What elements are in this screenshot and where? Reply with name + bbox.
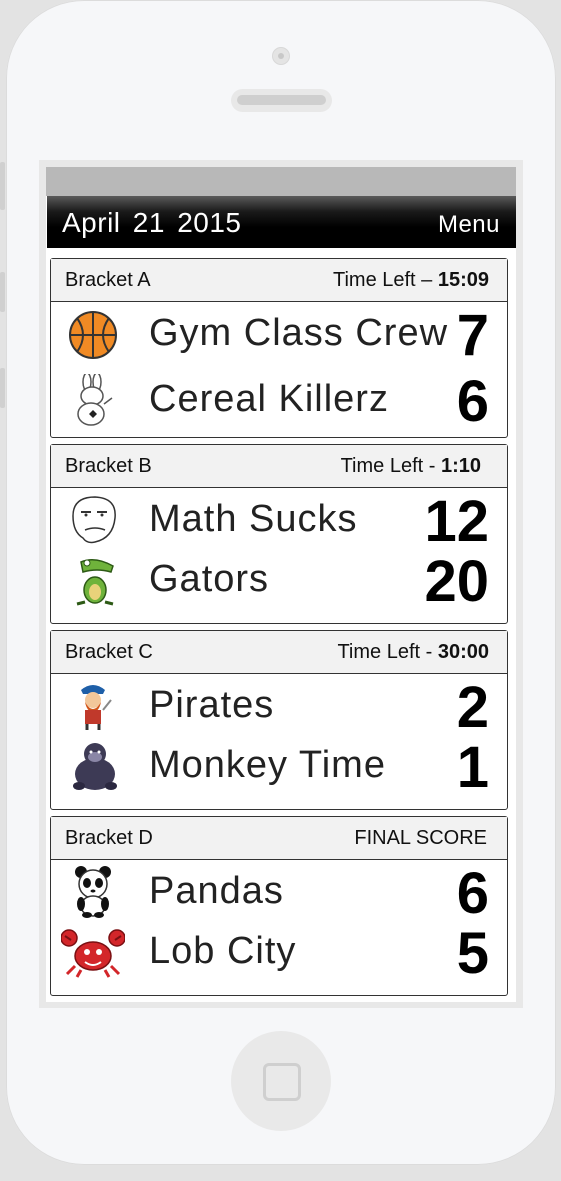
- team-row[interactable]: Pandas 6: [51, 859, 507, 926]
- team-name: Pandas: [149, 870, 284, 912]
- bunny-icon: [65, 374, 121, 426]
- bracket-card-a[interactable]: Bracket A Time Left – 15:09 Gym Class Cr…: [50, 258, 508, 438]
- bracket-card-c[interactable]: Bracket C Time Left - 30:00 Pirates 2 Mo…: [50, 630, 508, 810]
- basketball-icon: [65, 308, 121, 360]
- volume-down-button: [0, 368, 5, 408]
- bracket-header: Bracket C Time Left - 30:00: [51, 631, 507, 674]
- bracket-header: Bracket A Time Left – 15:09: [51, 259, 507, 302]
- bracket-card-b[interactable]: Bracket B Time Left - 1:10 Math Sucks 12: [50, 444, 508, 624]
- time-left-value: 15:09: [437, 269, 489, 291]
- time-left-label: Time Left –: [332, 269, 438, 291]
- bracket-status: Time Left - 30:00: [337, 641, 489, 664]
- team-row[interactable]: Monkey Time 1: [51, 733, 507, 800]
- menu-button[interactable]: Menu: [438, 211, 500, 239]
- page-title-date: April 21 2015: [62, 207, 242, 238]
- earpiece-speaker: [231, 89, 332, 112]
- gorilla-icon: [65, 740, 121, 792]
- pirate-icon: [65, 680, 121, 732]
- final-score-label: FINAL SCORE: [354, 827, 487, 849]
- bracket-name: Bracket C: [65, 641, 153, 663]
- team-name: Cereal Killerz: [149, 378, 389, 420]
- time-left-value: 30:00: [437, 641, 489, 663]
- bracket-header: Bracket B Time Left - 1:10: [51, 445, 507, 488]
- bracket-header: Bracket D FINAL SCORE: [51, 817, 507, 860]
- mute-switch: [0, 162, 5, 210]
- team-row[interactable]: Gators 20: [51, 547, 507, 614]
- team-score: 20: [424, 549, 489, 614]
- team-row[interactable]: Cereal Killerz 6: [51, 367, 507, 434]
- bracket-status: Time Left - 1:10: [341, 455, 481, 478]
- alligator-icon: [65, 554, 121, 606]
- bracket-name: Bracket B: [65, 455, 152, 477]
- team-name: Gym Class Crew: [149, 312, 449, 354]
- bracket-name: Bracket D: [65, 827, 153, 849]
- team-score: 7: [456, 303, 489, 368]
- bracket-status: FINAL SCORE: [354, 827, 487, 850]
- team-row[interactable]: Math Sucks 12: [51, 487, 507, 554]
- team-score: 1: [456, 735, 489, 800]
- team-score: 5: [456, 921, 489, 986]
- team-name: Math Sucks: [149, 498, 358, 540]
- team-name: Lob City: [149, 930, 297, 972]
- front-camera: [272, 47, 290, 65]
- team-score: 2: [456, 675, 489, 740]
- team-name: Pirates: [149, 684, 275, 726]
- volume-up-button: [0, 272, 5, 312]
- team-row[interactable]: Pirates 2: [51, 673, 507, 740]
- bracket-card-d[interactable]: Bracket D FINAL SCORE Pandas 6 Lob City …: [50, 816, 508, 996]
- screen: April 21 2015 Menu Bracket A Time Left –…: [46, 167, 516, 1002]
- team-name: Monkey Time: [149, 744, 386, 786]
- meme-face-icon: [65, 494, 121, 546]
- time-left-value: 1:10: [440, 455, 481, 477]
- crab-icon: [61, 926, 125, 978]
- team-row[interactable]: Gym Class Crew 7: [51, 301, 507, 368]
- time-left-label: Time Left -: [337, 641, 438, 663]
- home-button[interactable]: [231, 1031, 331, 1131]
- team-score: 6: [456, 369, 489, 434]
- panda-icon: [65, 866, 121, 918]
- team-score: 12: [424, 489, 489, 554]
- team-row[interactable]: Lob City 5: [51, 919, 507, 986]
- time-left-label: Time Left -: [340, 455, 441, 477]
- status-bar: [46, 167, 516, 196]
- team-name: Gators: [149, 558, 270, 600]
- team-score: 6: [456, 861, 489, 926]
- app-header: April 21 2015 Menu: [47, 196, 516, 248]
- bracket-name: Bracket A: [65, 269, 151, 291]
- bracket-status: Time Left – 15:09: [333, 269, 489, 292]
